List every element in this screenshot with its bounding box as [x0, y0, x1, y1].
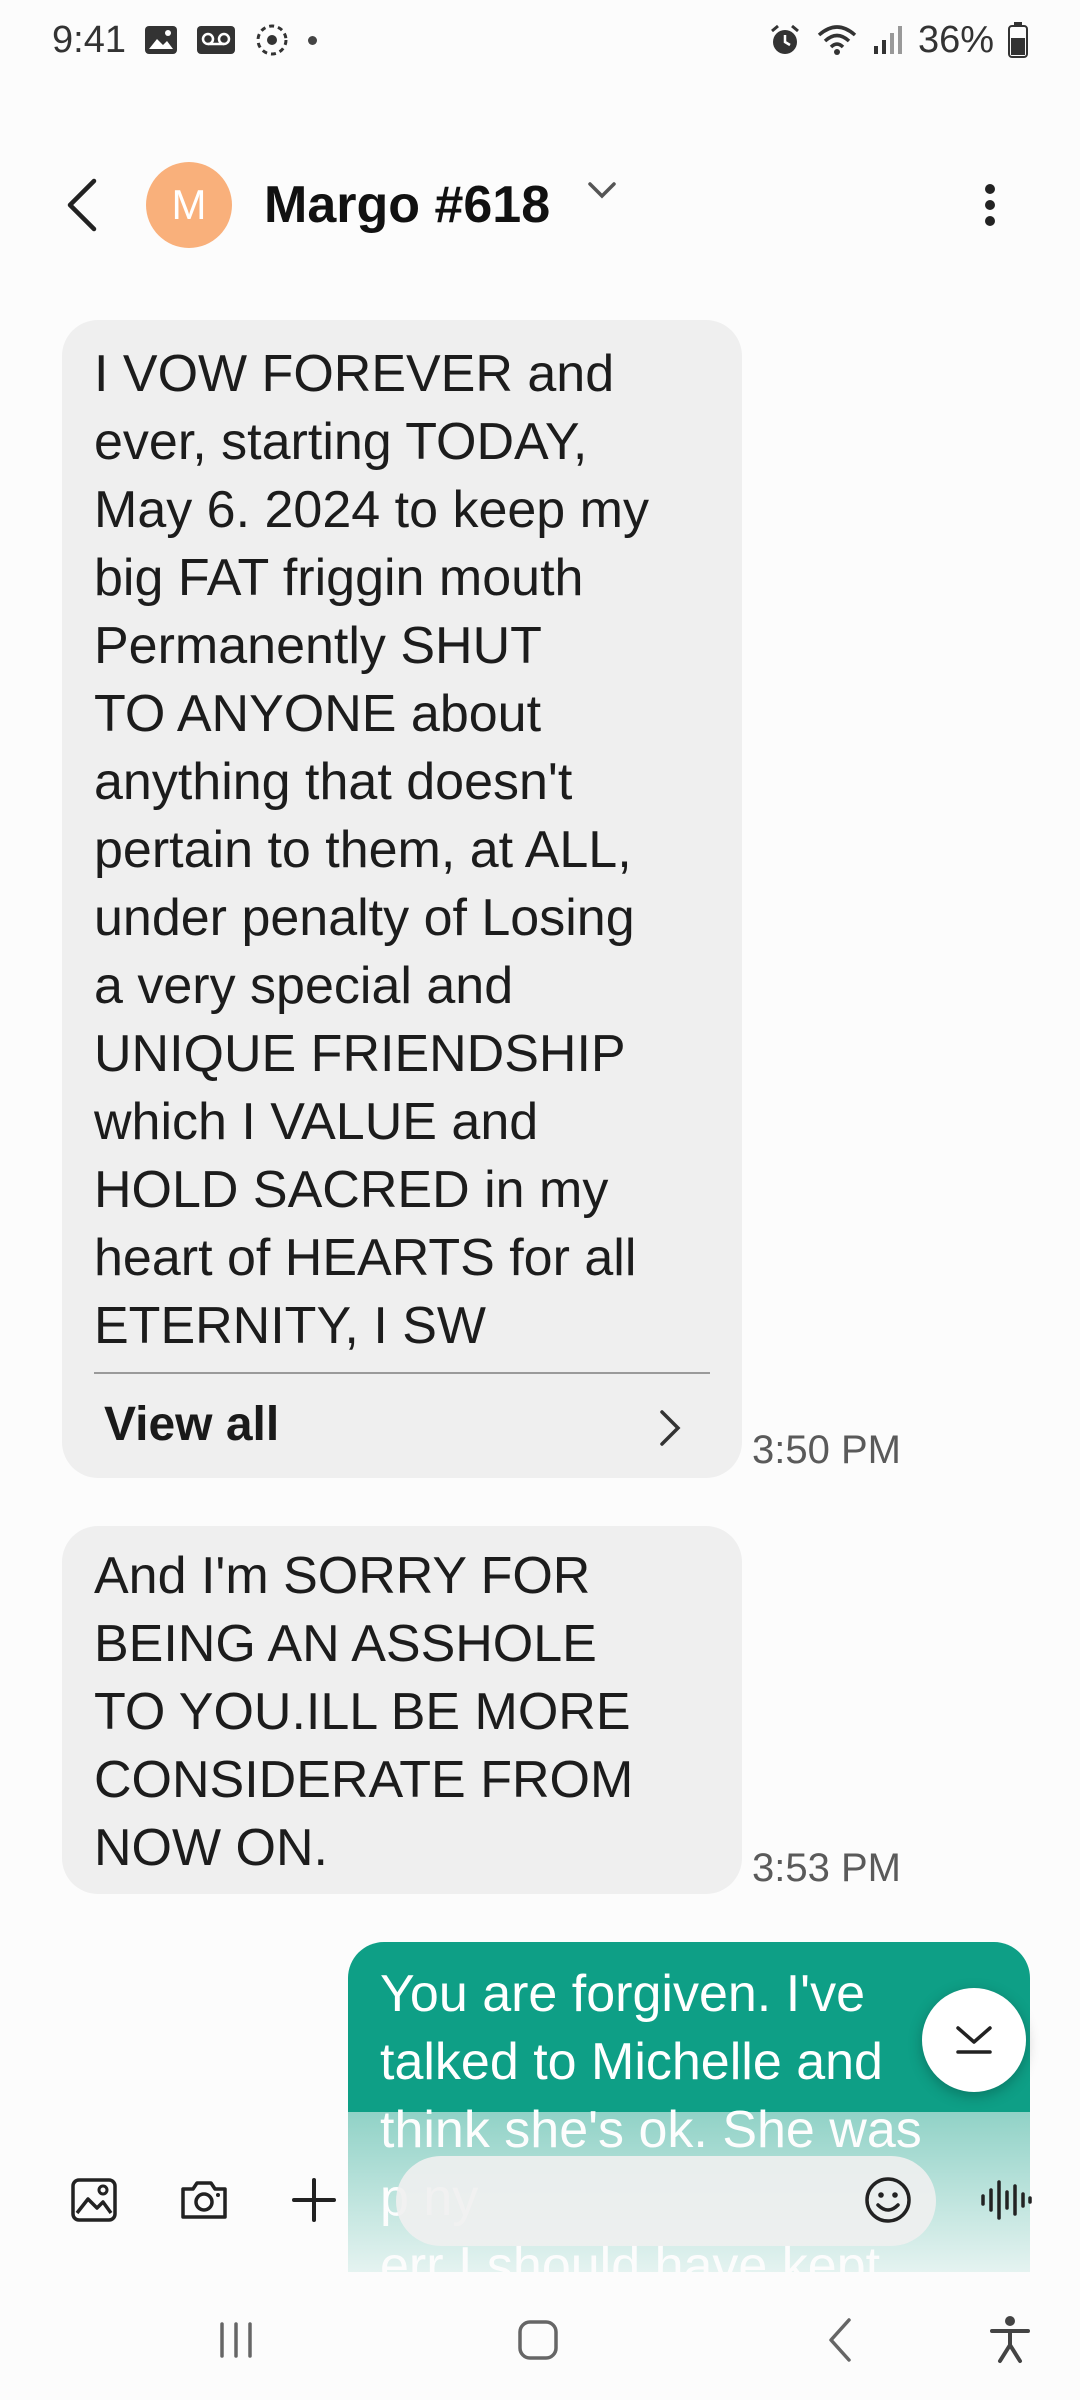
conversation-header: M Margo #618	[0, 150, 1080, 260]
recent-apps-button[interactable]	[196, 2310, 276, 2370]
message-text: I VOW FOREVER and ever, starting TODAY, …	[94, 345, 649, 1355]
more-vertical-icon	[985, 184, 995, 226]
voice-waveform-icon	[981, 2180, 1032, 2220]
chevron-right-icon	[660, 1410, 681, 1446]
view-all-button[interactable]: View all	[104, 1372, 710, 1478]
voice-input-button[interactable]	[976, 2170, 1036, 2230]
camera-button[interactable]	[174, 2170, 234, 2230]
camera-icon	[181, 2181, 227, 2219]
message-timestamp: 3:50 PM	[752, 1428, 901, 1472]
nav-back-icon	[829, 2318, 851, 2362]
recent-apps-icon	[220, 2322, 252, 2358]
message-composer	[0, 2150, 1080, 2250]
home-icon	[518, 2320, 558, 2360]
status-right: 36%	[768, 19, 1028, 62]
add-icon	[292, 2178, 336, 2222]
scroll-to-bottom-button[interactable]	[922, 1988, 1026, 2092]
home-button[interactable]	[498, 2310, 578, 2370]
sync-icon	[254, 22, 290, 58]
message-bubble-received[interactable]: I VOW FOREVER and ever, starting TODAY, …	[62, 320, 742, 1478]
battery-icon	[1008, 22, 1028, 58]
back-button[interactable]	[52, 165, 112, 245]
gallery-icon	[71, 2178, 117, 2222]
wifi-icon	[816, 23, 858, 57]
status-left: 9:41	[52, 19, 317, 62]
system-navigation-bar	[0, 2280, 1080, 2400]
status-time: 9:41	[52, 18, 126, 61]
back-arrow-icon	[67, 178, 97, 232]
add-attachment-button[interactable]	[284, 2170, 344, 2230]
scroll-down-icon	[956, 2026, 992, 2054]
chevron-down-icon[interactable]	[586, 178, 618, 202]
status-bar: 9:41 36%	[0, 0, 1080, 80]
message-input[interactable]	[420, 2170, 840, 2230]
gallery-button[interactable]	[64, 2170, 124, 2230]
view-all-label: View all	[104, 1398, 280, 1451]
notification-dot-icon	[307, 35, 317, 45]
message-timestamp: 3:53 PM	[752, 1846, 901, 1890]
accessibility-button[interactable]	[970, 2310, 1050, 2370]
emoji-icon	[865, 2177, 911, 2223]
battery-percent: 36%	[917, 18, 994, 61]
signal-icon	[872, 24, 904, 56]
message-bubble-received[interactable]: And I'm SORRY FOR BEING AN ASSHOLE TO YO…	[62, 1526, 742, 1894]
more-options-button[interactable]	[960, 165, 1020, 245]
avatar[interactable]: M	[146, 162, 232, 248]
nav-back-button[interactable]	[800, 2310, 880, 2370]
accessibility-icon	[990, 2316, 1030, 2363]
alarm-icon	[768, 23, 802, 57]
gallery-icon	[144, 25, 178, 55]
avatar-letter: M	[171, 181, 207, 228]
voicemail-icon	[196, 25, 236, 55]
emoji-button[interactable]	[858, 2170, 918, 2230]
contact-name[interactable]: Margo #618	[264, 175, 550, 235]
